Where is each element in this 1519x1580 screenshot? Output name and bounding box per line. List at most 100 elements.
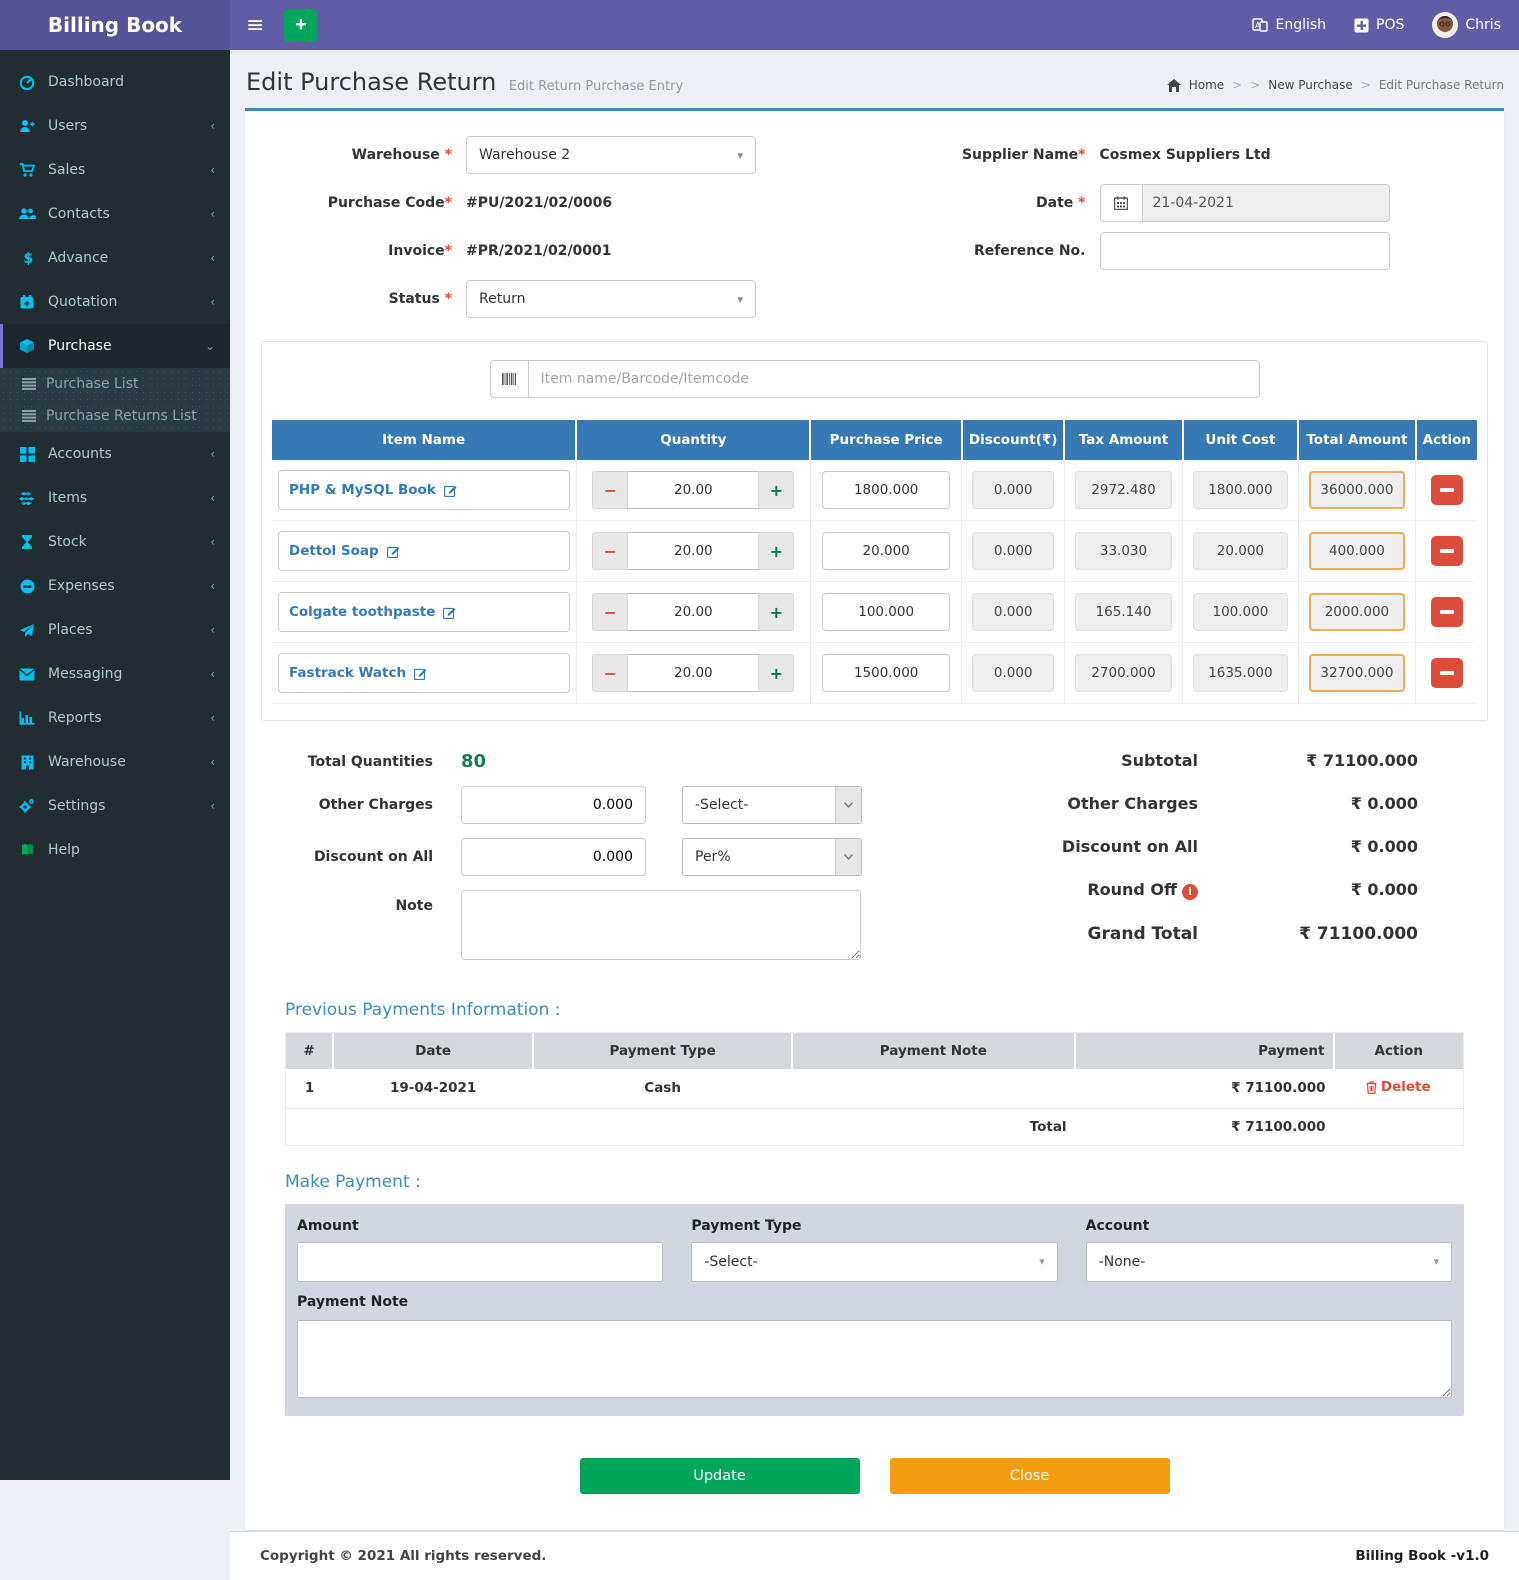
- grid-icon: [18, 447, 36, 462]
- qty-input[interactable]: [628, 471, 758, 509]
- discount-on-all-input[interactable]: [461, 838, 646, 876]
- info-icon[interactable]: i: [1182, 884, 1198, 900]
- warehouse-select[interactable]: Warehouse 2 ▾: [466, 136, 756, 174]
- purchase-price-input[interactable]: [822, 654, 949, 692]
- purchase-price-input[interactable]: [822, 593, 949, 631]
- grand-total-label: Grand Total: [1088, 924, 1198, 944]
- breadcrumb-home[interactable]: Home: [1189, 78, 1224, 92]
- close-button[interactable]: Close: [890, 1458, 1170, 1494]
- sidebar-item-settings[interactable]: Settings ‹: [0, 784, 230, 828]
- reference-input[interactable]: [1100, 232, 1390, 270]
- chevron-left-icon: ‹: [210, 667, 215, 681]
- breadcrumb-new-purchase[interactable]: New Purchase: [1268, 78, 1352, 92]
- invoice-value: #PR/2021/02/0001: [466, 243, 612, 259]
- remove-item-button[interactable]: [1431, 536, 1463, 566]
- sidebar-item-sales[interactable]: Sales ‹: [0, 148, 230, 192]
- total-quantities-value: 80: [461, 751, 486, 772]
- qty-minus-button[interactable]: −: [592, 471, 628, 509]
- page-header: Edit Purchase Return Edit Return Purchas…: [230, 50, 1519, 108]
- sidebar-item-stock[interactable]: Stock ‹: [0, 520, 230, 564]
- purchase-price-input[interactable]: [822, 471, 949, 509]
- remove-item-button[interactable]: [1431, 475, 1463, 505]
- delete-payment-button[interactable]: Delete: [1366, 1079, 1431, 1095]
- cubes-icon: [18, 491, 36, 506]
- qty-input[interactable]: [628, 532, 758, 570]
- item-name-link[interactable]: PHP & MySQL Book: [289, 482, 436, 498]
- sidebar-subitem-purchase-returns-list[interactable]: Purchase Returns List: [0, 400, 230, 432]
- qty-plus-button[interactable]: +: [758, 593, 794, 631]
- sidebar-item-reports[interactable]: Reports ‹: [0, 696, 230, 740]
- qty-minus-button[interactable]: −: [592, 532, 628, 570]
- edit-icon[interactable]: [414, 667, 427, 680]
- payment-type-select[interactable]: -Select- ▾: [691, 1242, 1057, 1282]
- quick-add-button[interactable]: +: [284, 9, 317, 42]
- sidebar-item-expenses[interactable]: Expenses ‹: [0, 564, 230, 608]
- date-input[interactable]: [1142, 184, 1390, 222]
- status-label: Status: [389, 291, 440, 307]
- qty-minus-button[interactable]: −: [592, 593, 628, 631]
- copyright-text: Copyright © 2021 All rights reserved.: [260, 1548, 546, 1564]
- item-row: PHP & MySQL Book − + 0.000 2972.480 1800…: [272, 460, 1477, 521]
- totals-panel: Subtotal ₹ 71100.000 Other Charges ₹ 0.0…: [948, 751, 1488, 974]
- qty-minus-button[interactable]: −: [592, 654, 628, 692]
- remove-item-button[interactable]: [1431, 597, 1463, 627]
- sidebar-item-messaging[interactable]: Messaging ‹: [0, 652, 230, 696]
- payment-type: Cash: [533, 1069, 792, 1108]
- qty-input[interactable]: [628, 654, 758, 692]
- sidebar-item-help[interactable]: Help: [0, 828, 230, 872]
- update-button[interactable]: Update: [580, 1458, 860, 1494]
- sidebar-item-contacts[interactable]: Contacts ‹: [0, 192, 230, 236]
- other-charges-select[interactable]: -Select-: [682, 786, 862, 824]
- item-name-link[interactable]: Fastrack Watch: [289, 665, 406, 681]
- sidebar-item-warehouse[interactable]: Warehouse ‹: [0, 740, 230, 784]
- purchase-price-input[interactable]: [822, 532, 949, 570]
- sidebar-label: Users: [48, 118, 87, 134]
- sidebar-label: Purchase: [48, 338, 112, 354]
- discount-on-all-label: Discount on All: [261, 849, 461, 865]
- sidebar-item-advance[interactable]: $ Advance ‹: [0, 236, 230, 280]
- qty-plus-button[interactable]: +: [758, 654, 794, 692]
- quantity-stepper: − +: [583, 471, 804, 509]
- note-textarea[interactable]: [461, 890, 861, 960]
- users-icon: [18, 206, 36, 222]
- chevron-left-icon: ‹: [210, 623, 215, 637]
- sidebar-item-places[interactable]: Places ‹: [0, 608, 230, 652]
- status-select[interactable]: Return ▾: [466, 280, 756, 318]
- other-charges-input[interactable]: [461, 786, 646, 824]
- language-menu[interactable]: A English: [1252, 17, 1326, 33]
- sidebar-item-users[interactable]: Users ‹: [0, 104, 230, 148]
- sidebar-subitem-purchase-list[interactable]: Purchase List: [0, 368, 230, 400]
- payment-note-textarea[interactable]: [297, 1320, 1452, 1398]
- sidebar-item-purchase[interactable]: Purchase ⌄: [0, 324, 230, 368]
- sidebar-label: Places: [48, 622, 93, 638]
- edit-icon[interactable]: [444, 484, 457, 497]
- sidebar-item-accounts[interactable]: Accounts ‹: [0, 432, 230, 476]
- dollar-icon: $: [18, 250, 36, 266]
- note-label: Note: [261, 890, 461, 914]
- item-name-link[interactable]: Colgate toothpaste: [289, 604, 435, 620]
- chevron-down-icon: [835, 787, 861, 823]
- col-discount: Discount(₹): [962, 420, 1065, 460]
- qty-input[interactable]: [628, 593, 758, 631]
- sidebar-item-quotation[interactable]: Quotation ‹: [0, 280, 230, 324]
- item-search-input[interactable]: [528, 360, 1260, 398]
- pos-menu[interactable]: POS: [1354, 17, 1404, 33]
- edit-icon[interactable]: [443, 606, 456, 619]
- version-text: Billing Book -v1.0: [1355, 1548, 1489, 1564]
- item-name-link[interactable]: Dettol Soap: [289, 543, 379, 559]
- qty-plus-button[interactable]: +: [758, 532, 794, 570]
- discount-type-select[interactable]: Per%: [682, 838, 862, 876]
- sidebar-label: Expenses: [48, 578, 115, 594]
- amount-input[interactable]: [297, 1242, 663, 1282]
- sidebar-item-items[interactable]: Items ‹: [0, 476, 230, 520]
- caret-down-icon: ▾: [737, 293, 743, 306]
- qty-plus-button[interactable]: +: [758, 471, 794, 509]
- username-label: Chris: [1465, 17, 1501, 33]
- sidebar-item-dashboard[interactable]: Dashboard: [0, 60, 230, 104]
- remove-item-button[interactable]: [1431, 658, 1463, 688]
- sidebar-toggle-icon[interactable]: ≡: [230, 0, 280, 50]
- edit-icon[interactable]: [387, 545, 400, 558]
- user-menu[interactable]: Chris: [1432, 12, 1501, 38]
- app-logo[interactable]: Billing Book: [0, 0, 230, 50]
- account-select[interactable]: -None- ▾: [1086, 1242, 1452, 1282]
